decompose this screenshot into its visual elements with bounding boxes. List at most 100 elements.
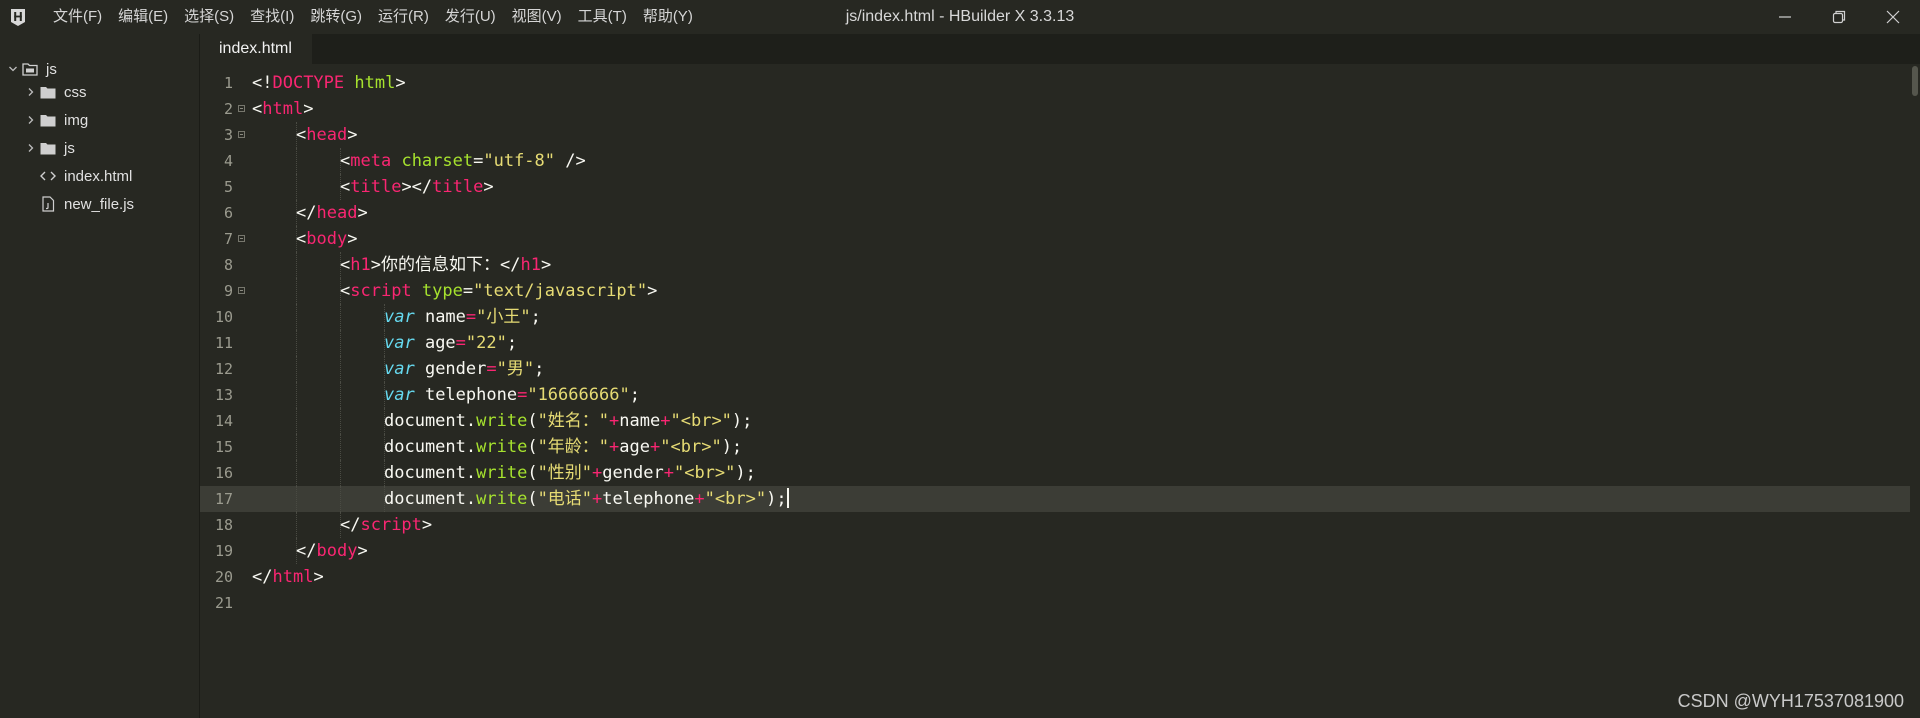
code-line[interactable]: 15 document.write("年龄："+age+"<br>"); bbox=[200, 434, 1910, 460]
tree-item-label: js bbox=[64, 139, 75, 157]
menu-publish[interactable]: 发行(U) bbox=[437, 0, 504, 34]
code-token: ( bbox=[527, 463, 538, 483]
restore-button[interactable] bbox=[1812, 0, 1866, 34]
line-number: 9 bbox=[223, 282, 233, 300]
code-token: age bbox=[414, 333, 456, 353]
code-token: ( bbox=[527, 411, 538, 431]
code-token: gender bbox=[602, 463, 664, 483]
line-number: 4 bbox=[223, 152, 233, 170]
tree-item-css[interactable]: css bbox=[24, 79, 87, 105]
code-line[interactable]: 21 bbox=[200, 590, 1910, 616]
code-line[interactable]: 3 <head> bbox=[200, 122, 1910, 148]
chevron-right-icon[interactable] bbox=[24, 143, 38, 153]
menu-edit[interactable]: 编辑(E) bbox=[110, 0, 176, 34]
tree-item-js-folder[interactable]: js bbox=[24, 135, 75, 161]
code-token: ); bbox=[766, 489, 787, 509]
code-token: head bbox=[306, 125, 348, 145]
code-token: telephone bbox=[602, 489, 695, 509]
code-token: > bbox=[357, 203, 368, 223]
close-button[interactable] bbox=[1866, 0, 1920, 34]
code-token: ( bbox=[527, 489, 538, 509]
indent-guide bbox=[296, 330, 297, 356]
code-text: document.write("性别"+gender+"<br>"); bbox=[384, 460, 756, 486]
code-line[interactable]: 19 </body> bbox=[200, 538, 1910, 564]
fold-toggle-icon[interactable] bbox=[238, 131, 245, 138]
code-line[interactable]: 8 <h1>你的信息如下：</h1> bbox=[200, 252, 1910, 278]
indent-guide bbox=[340, 460, 341, 486]
code-line[interactable]: 9 <script type="text/javascript"> bbox=[200, 278, 1910, 304]
tree-item-img[interactable]: img bbox=[24, 107, 88, 133]
code-line[interactable]: 7 <body> bbox=[200, 226, 1910, 252]
code-token: age bbox=[619, 437, 651, 457]
fold-toggle-icon[interactable] bbox=[238, 235, 245, 242]
vertical-scrollbar[interactable] bbox=[1910, 64, 1920, 718]
folder-icon bbox=[38, 139, 58, 157]
code-line[interactable]: 6 </head> bbox=[200, 200, 1910, 226]
code-token: "<br>" bbox=[660, 437, 722, 457]
menu-find[interactable]: 查找(I) bbox=[242, 0, 302, 34]
minimize-button[interactable] bbox=[1758, 0, 1812, 34]
tree-item-label: css bbox=[64, 83, 87, 101]
code-token: var bbox=[384, 333, 415, 353]
code-token: > bbox=[540, 255, 552, 275]
tab-index-html[interactable]: index.html bbox=[200, 34, 312, 64]
code-line[interactable]: 5 <title></title> bbox=[200, 174, 1910, 200]
code-token: document. bbox=[384, 437, 477, 457]
code-token: > bbox=[347, 229, 358, 249]
code-line[interactable]: 1 <!DOCTYPE html> bbox=[200, 70, 1910, 96]
menu-file[interactable]: 文件(F) bbox=[45, 0, 110, 34]
menu-tools[interactable]: 工具(T) bbox=[570, 0, 635, 34]
menu-goto[interactable]: 跳转(G) bbox=[302, 0, 370, 34]
code-line[interactable]: 20 </html> bbox=[200, 564, 1910, 590]
code-line[interactable]: 4 <meta charset="utf-8" /> bbox=[200, 148, 1910, 174]
code-token: document. bbox=[384, 411, 477, 431]
code-line[interactable]: 14 document.write("姓名："+name+"<br>"); bbox=[200, 408, 1910, 434]
menu-run[interactable]: 运行(R) bbox=[370, 0, 437, 34]
code-token: body bbox=[306, 229, 348, 249]
indent-guide bbox=[340, 408, 341, 434]
indent-guide bbox=[296, 174, 297, 200]
hbuilder-logo-icon[interactable] bbox=[9, 7, 27, 27]
code-token: "22" bbox=[465, 333, 507, 353]
close-icon bbox=[1886, 10, 1900, 24]
code-line[interactable]: 16 document.write("性别"+gender+"<br>"); bbox=[200, 460, 1910, 486]
menu-help[interactable]: 帮助(Y) bbox=[635, 0, 701, 34]
fold-toggle-icon[interactable] bbox=[238, 287, 245, 294]
code-token: < bbox=[340, 281, 351, 301]
code-token: document. bbox=[384, 463, 477, 483]
menu-select[interactable]: 选择(S) bbox=[176, 0, 242, 34]
chevron-down-icon[interactable] bbox=[6, 64, 20, 74]
code-token: write bbox=[476, 411, 528, 431]
code-text: var gender="男"; bbox=[384, 356, 544, 382]
tree-item-index-html[interactable]: index.html bbox=[24, 163, 132, 189]
scrollbar-thumb[interactable] bbox=[1912, 66, 1918, 96]
code-line[interactable]: 17 document.write("电话"+telephone+"<br>"); bbox=[200, 486, 1910, 512]
code-line[interactable]: 10 var name="小王"; bbox=[200, 304, 1910, 330]
code-token: var bbox=[384, 307, 415, 327]
indent-guide bbox=[296, 460, 297, 486]
chevron-right-icon[interactable] bbox=[24, 115, 38, 125]
code-line[interactable]: 13 var telephone="16666666"; bbox=[200, 382, 1910, 408]
minimize-icon bbox=[1779, 16, 1791, 18]
code-token: = bbox=[486, 359, 497, 379]
project-explorer: js css img js index.html new_file.js bbox=[0, 34, 200, 718]
code-text: var telephone="16666666"; bbox=[384, 382, 640, 408]
code-line[interactable]: 12 var gender="男"; bbox=[200, 356, 1910, 382]
code-token: head bbox=[316, 203, 358, 223]
menu-view[interactable]: 视图(V) bbox=[504, 0, 570, 34]
title-bar: 文件(F) 编辑(E) 选择(S) 查找(I) 跳转(G) 运行(R) 发行(U… bbox=[0, 0, 1920, 34]
code-token: ); bbox=[721, 437, 743, 457]
chevron-right-icon[interactable] bbox=[24, 87, 38, 97]
code-token: ></ bbox=[401, 177, 433, 197]
code-token: < bbox=[340, 151, 351, 171]
indent-guide bbox=[296, 356, 297, 382]
code-editor[interactable]: 1 <!DOCTYPE html> 2 <html> 3 <head> 4 <meta cha… bbox=[200, 64, 1920, 718]
code-line[interactable]: 2 <html> bbox=[200, 96, 1910, 122]
indent-guide bbox=[296, 512, 297, 538]
code-token: h1 bbox=[350, 255, 371, 275]
code-line[interactable]: 18 </script> bbox=[200, 512, 1910, 538]
code-line[interactable]: 11 var age="22"; bbox=[200, 330, 1910, 356]
fold-toggle-icon[interactable] bbox=[238, 105, 245, 112]
code-token: html bbox=[272, 567, 314, 587]
tree-item-new-file-js[interactable]: new_file.js bbox=[24, 191, 134, 217]
